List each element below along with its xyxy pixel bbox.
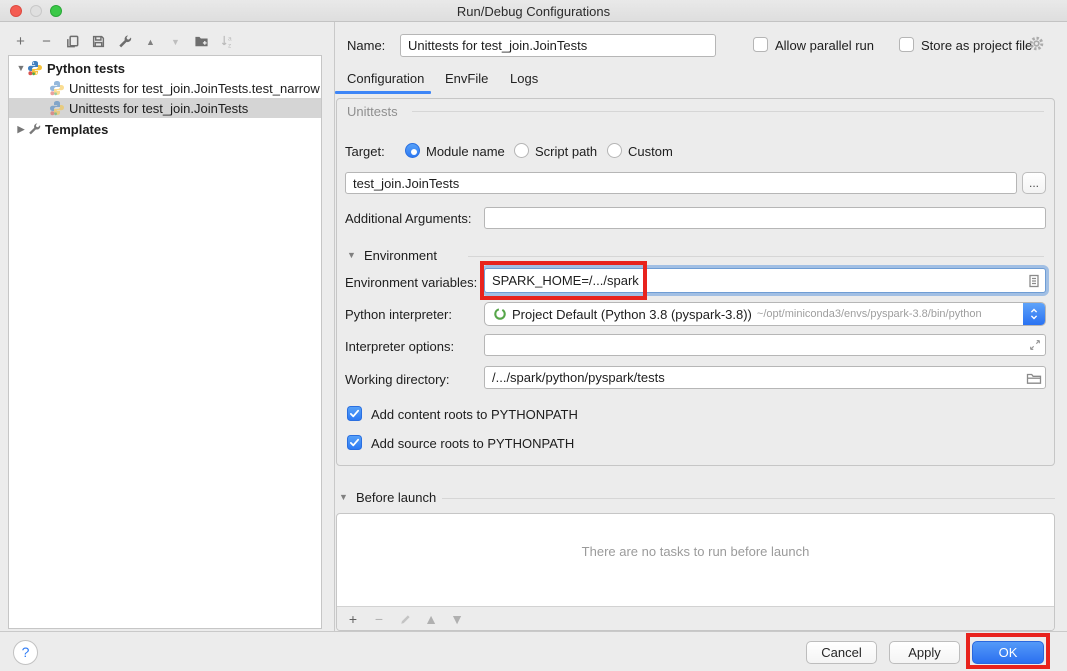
tab-logs[interactable]: Logs	[510, 71, 538, 86]
unittests-group-line	[412, 111, 1044, 112]
target-input[interactable]	[345, 172, 1017, 194]
remove-task-icon[interactable]: −	[371, 611, 387, 627]
cancel-button[interactable]: Cancel	[806, 641, 877, 664]
new-folder-icon[interactable]	[193, 33, 210, 50]
edit-templates-wrench-icon[interactable]	[116, 33, 133, 50]
active-tab-underline	[335, 91, 431, 94]
save-configuration-icon[interactable]	[90, 33, 107, 50]
templates-wrench-icon	[27, 122, 41, 136]
working-directory-label: Working directory:	[345, 372, 450, 387]
store-as-project-file-checkbox[interactable]	[899, 37, 914, 52]
name-input[interactable]	[400, 34, 716, 57]
conda-env-icon	[493, 307, 507, 321]
add-source-roots-label: Add source roots to PYTHONPATH	[371, 436, 574, 451]
task-down-icon[interactable]: ▼	[449, 611, 465, 627]
python-interpreter-value: Project Default (Python 3.8 (pyspark-3.8…	[512, 307, 752, 322]
pane-divider	[334, 22, 335, 631]
radio-script-path-label: Script path	[535, 144, 597, 159]
radio-module-name[interactable]	[405, 143, 420, 158]
check-icon	[348, 407, 361, 420]
radio-custom[interactable]	[607, 143, 622, 158]
configurations-tree: ▼ Python tests Unittests for test_join.J…	[8, 55, 322, 629]
before-launch-section-line	[442, 498, 1055, 499]
bottom-bar: ? Cancel Apply OK	[0, 631, 1067, 671]
svg-text:a: a	[228, 36, 232, 43]
add-configuration-icon[interactable]: +	[12, 33, 29, 50]
name-label: Name:	[347, 38, 385, 53]
radio-custom-label: Custom	[628, 144, 673, 159]
python-interpreter-path: ~/opt/miniconda3/envs/pyspark-3.8/bin/py…	[757, 308, 982, 320]
radio-script-path[interactable]	[514, 143, 529, 158]
window-title: Run/Debug Configurations	[0, 4, 1067, 19]
python-interpreter-label: Python interpreter:	[345, 307, 452, 322]
expand-field-icon[interactable]	[1028, 338, 1044, 354]
tree-item-label: Templates	[45, 122, 108, 137]
folder-icon[interactable]	[1026, 370, 1042, 386]
sort-alphabetically-icon[interactable]: az	[219, 33, 236, 50]
target-label: Target:	[345, 144, 385, 159]
move-up-icon[interactable]: ▲	[142, 33, 159, 50]
titlebar: Run/Debug Configurations	[0, 0, 1067, 22]
chevron-up-down-icon	[1028, 305, 1040, 323]
store-as-project-file-label: Store as project file	[921, 38, 1032, 53]
working-directory-input[interactable]	[484, 366, 1046, 389]
check-icon	[348, 436, 361, 449]
additional-arguments-input[interactable]	[484, 207, 1046, 229]
unittests-group-title: Unittests	[347, 104, 398, 119]
environment-section-line	[468, 256, 1044, 257]
add-source-roots-checkbox[interactable]	[347, 435, 362, 450]
before-launch-tasks-panel: There are no tasks to run before launch …	[336, 513, 1055, 631]
allow-parallel-run-checkbox[interactable]	[753, 37, 768, 52]
ok-button[interactable]: OK	[972, 641, 1044, 664]
move-down-icon[interactable]: ▼	[167, 33, 184, 50]
interpreter-options-label: Interpreter options:	[345, 339, 454, 354]
tab-configuration[interactable]: Configuration	[347, 71, 424, 86]
interpreter-options-input[interactable]	[484, 334, 1046, 356]
radio-module-name-label: Module name	[426, 144, 505, 159]
environment-variables-label: Environment variables:	[345, 275, 477, 290]
python-test-icon	[49, 100, 65, 116]
environment-variables-input[interactable]	[484, 268, 1046, 293]
env-variables-list-icon[interactable]	[1026, 273, 1042, 289]
tree-item-label: Unittests for test_join.JoinTests	[69, 101, 248, 116]
tree-item-templates[interactable]: ▶ Templates	[9, 119, 321, 139]
collapse-arrow-icon[interactable]: ▼	[15, 63, 27, 73]
tree-item-test-narrow[interactable]: Unittests for test_join.JoinTests.test_n…	[9, 78, 321, 98]
help-button[interactable]: ?	[13, 640, 38, 665]
tree-item-label: Unittests for test_join.JoinTests.test_n…	[69, 81, 320, 96]
add-task-icon[interactable]: +	[345, 611, 361, 627]
apply-button[interactable]: Apply	[889, 641, 960, 664]
tasks-toolbar: + − ▲ ▼	[337, 606, 1054, 630]
svg-text:z: z	[228, 43, 231, 49]
expand-arrow-icon[interactable]: ▶	[15, 124, 27, 135]
environment-collapse-icon[interactable]: ▼	[347, 250, 356, 260]
python-test-icon	[49, 80, 65, 96]
tree-item-jointests-selected[interactable]: Unittests for test_join.JoinTests	[9, 98, 321, 118]
before-launch-collapse-icon[interactable]: ▼	[339, 492, 348, 502]
environment-section-label: Environment	[364, 248, 437, 263]
add-content-roots-checkbox[interactable]	[347, 406, 362, 421]
allow-parallel-run-label: Allow parallel run	[775, 38, 874, 53]
remove-configuration-icon[interactable]: −	[38, 33, 55, 50]
task-up-icon[interactable]: ▲	[423, 611, 439, 627]
browse-button[interactable]: ...	[1022, 172, 1046, 194]
no-tasks-message: There are no tasks to run before launch	[337, 544, 1054, 559]
before-launch-section-label: Before launch	[356, 490, 436, 505]
python-interpreter-combobox[interactable]: Project Default (Python 3.8 (pyspark-3.8…	[484, 302, 1046, 326]
tree-item-python-tests[interactable]: ▼ Python tests	[9, 58, 321, 78]
tree-item-label: Python tests	[47, 61, 125, 76]
python-tests-icon	[27, 60, 43, 76]
gear-icon[interactable]	[1028, 35, 1045, 52]
additional-arguments-label: Additional Arguments:	[345, 211, 471, 226]
tab-envfile[interactable]: EnvFile	[445, 71, 488, 86]
combobox-arrows-button[interactable]	[1023, 303, 1045, 325]
copy-configuration-icon[interactable]	[64, 33, 81, 50]
edit-task-pencil-icon[interactable]	[397, 611, 413, 627]
add-content-roots-label: Add content roots to PYTHONPATH	[371, 407, 578, 422]
